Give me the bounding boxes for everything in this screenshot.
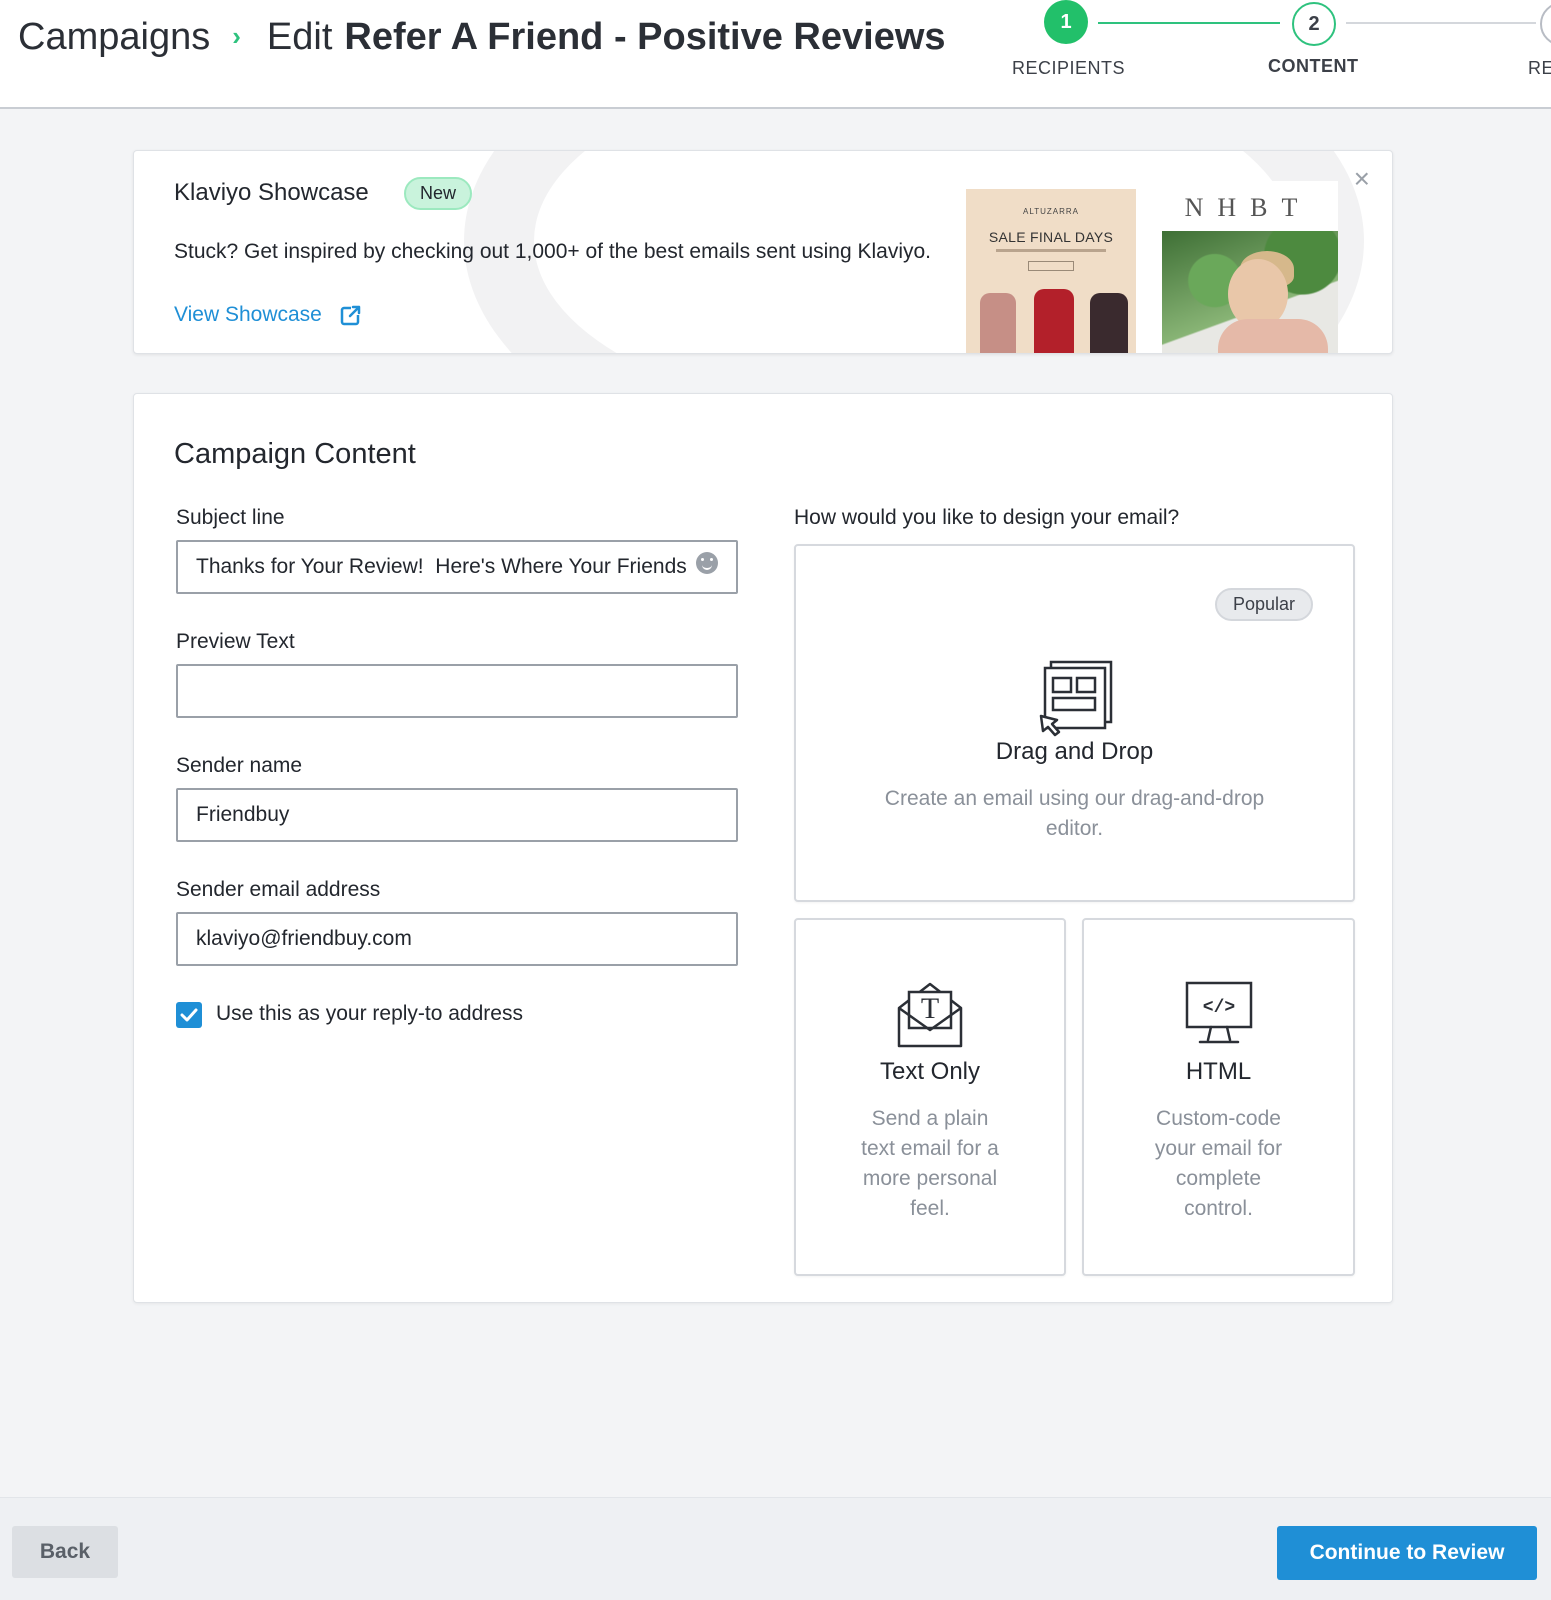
- step-label: RE: [1528, 58, 1551, 78]
- showcase-title: Klaviyo Showcase: [174, 179, 369, 206]
- sender-email-input[interactable]: [176, 912, 738, 966]
- text-only-option[interactable]: T Text Only Send a plain text email for …: [794, 918, 1066, 1276]
- subject-line-label: Subject line: [176, 506, 285, 529]
- step-connector-pending: [1346, 22, 1536, 24]
- checkmark-icon: [180, 1008, 198, 1022]
- edit-label: Edit: [266, 16, 333, 58]
- step-number-badge: 1: [1044, 0, 1088, 44]
- view-showcase-link[interactable]: View Showcase: [174, 303, 362, 327]
- svg-text:</>: </>: [1202, 998, 1234, 1018]
- option-title: HTML: [1185, 1058, 1252, 1085]
- thumbnail-brand: ALTUZARRA: [1023, 207, 1079, 216]
- chevron-right-icon: ›: [232, 21, 241, 51]
- view-showcase-label: View Showcase: [174, 303, 322, 326]
- preview-text-label: Preview Text: [176, 630, 295, 653]
- popular-badge: Popular: [1214, 588, 1313, 621]
- model-figure: [1090, 293, 1128, 353]
- breadcrumb-campaigns-link[interactable]: Campaigns: [18, 16, 210, 59]
- reply-to-label: Use this as your reply-to address: [216, 1002, 523, 1025]
- design-question: How would you like to design your email?: [794, 506, 1180, 529]
- progress-stepper: 1 RECIPIENTS 2 CONTENT RE: [1000, 0, 1551, 100]
- model-figure: [1034, 289, 1074, 353]
- subject-line-input[interactable]: [176, 540, 738, 594]
- emoji-picker-icon[interactable]: [696, 552, 718, 574]
- sender-email-label: Sender email address: [176, 878, 381, 901]
- showcase-thumbnail-altuzarra[interactable]: ALTUZARRA SALE FINAL DAYS: [966, 189, 1136, 353]
- preview-text-input[interactable]: [176, 664, 738, 718]
- back-button[interactable]: Back: [12, 1526, 118, 1578]
- drag-and-drop-option[interactable]: Popular Drag and Drop Create an email us…: [794, 544, 1355, 902]
- page-header: Campaigns › Edit Refer A Friend - Positi…: [0, 0, 1551, 109]
- new-badge: New: [404, 177, 473, 210]
- option-description: Custom-code your email for complete cont…: [1154, 1107, 1283, 1220]
- option-description: Create an email using our drag-and-drop …: [884, 787, 1265, 840]
- showcase-description: Stuck? Get inspired by checking out 1,00…: [174, 240, 932, 263]
- section-title: Campaign Content: [174, 438, 416, 470]
- campaign-content-card: Campaign Content Subject line Preview Te…: [133, 393, 1393, 1303]
- svg-text:T: T: [921, 992, 939, 1025]
- sender-name-input[interactable]: [176, 788, 738, 842]
- thumbnail-headline: SALE FINAL DAYS: [988, 229, 1114, 245]
- page-footer: Back Continue to Review: [0, 1497, 1551, 1600]
- option-title: Text Only: [879, 1058, 981, 1085]
- step-number-badge: [1540, 2, 1551, 46]
- showcase-thumbnail-nhbt[interactable]: NHBT: [1158, 181, 1338, 353]
- thumbnail-shop-button: [1028, 261, 1074, 271]
- step-connector-complete: [1098, 22, 1280, 24]
- text-envelope-icon: T: [897, 982, 963, 1048]
- thumbnail-subtext: [996, 249, 1106, 252]
- thumbnail-brand: NHBT: [1184, 193, 1312, 222]
- model-figure: [980, 293, 1016, 353]
- step-number-badge: 2: [1292, 2, 1336, 46]
- option-title: Drag and Drop: [995, 738, 1154, 765]
- showcase-banner: Klaviyo Showcase New Stuck? Get inspired…: [133, 150, 1393, 354]
- external-link-icon: [340, 305, 361, 326]
- step-label: RECIPIENTS: [1012, 58, 1126, 78]
- campaign-name: Refer A Friend - Positive Reviews: [344, 16, 946, 58]
- html-option[interactable]: </> HTML Custom-code your email for comp…: [1082, 918, 1355, 1276]
- close-icon[interactable]: ×: [1354, 163, 1370, 195]
- thumbnail-photo-detail: [1218, 319, 1328, 353]
- option-description: Send a plain text email for a more perso…: [861, 1107, 999, 1220]
- drag-and-drop-icon: [1039, 660, 1112, 737]
- reply-to-checkbox[interactable]: [176, 1002, 202, 1028]
- breadcrumb: Campaigns › Edit Refer A Friend - Positi…: [18, 16, 946, 59]
- continue-to-review-button[interactable]: Continue to Review: [1277, 1526, 1537, 1580]
- code-monitor-icon: </>: [1185, 981, 1252, 1044]
- sender-name-label: Sender name: [176, 754, 303, 777]
- step-label: CONTENT: [1268, 56, 1359, 76]
